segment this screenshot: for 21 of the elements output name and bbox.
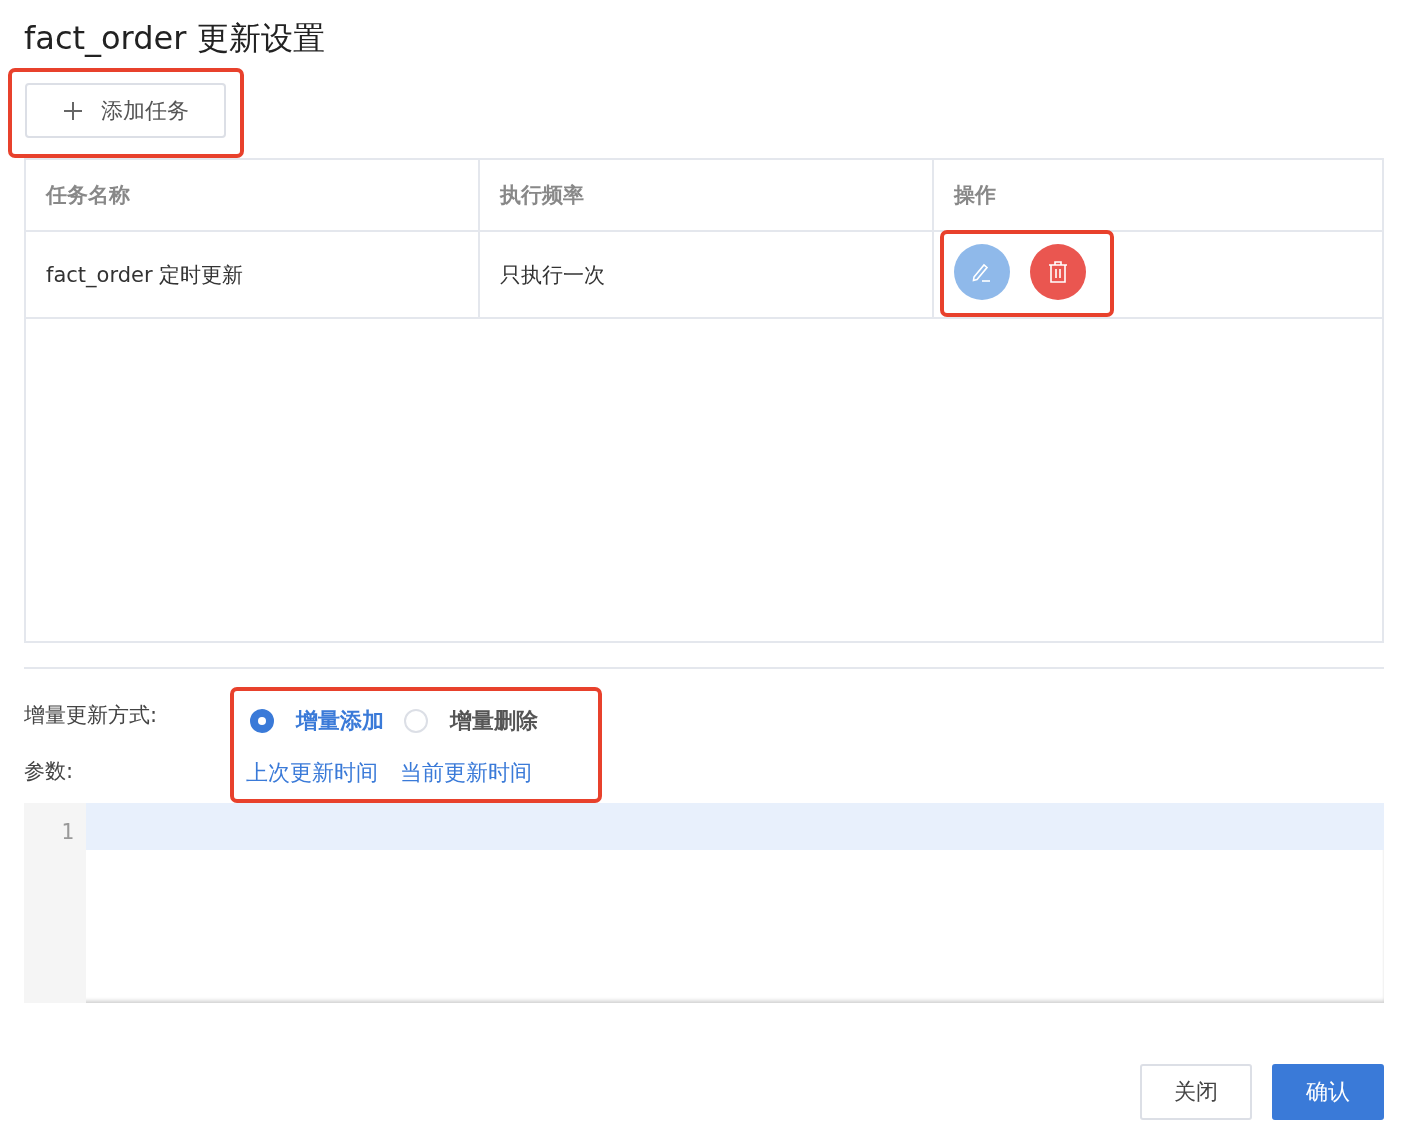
edit-button[interactable] [954,244,1010,300]
delete-button[interactable] [1030,244,1086,300]
variable-link[interactable]: 上次更新时间 [246,758,378,788]
column-header: 操作 [933,159,1383,231]
close-button[interactable]: 关闭 [1140,1064,1252,1120]
column-header: 执行频率 [479,159,933,231]
column-header: 任务名称 [25,159,479,231]
table-cell: 只执行一次 [479,231,933,318]
variable-link[interactable]: 当前更新时间 [400,758,532,788]
code-editor[interactable]: 1 [24,803,1384,1003]
trash-icon [1047,260,1069,284]
field-label: 参数: [24,758,75,785]
plus-icon [62,100,83,121]
line-number: 1 [60,819,75,846]
radio-option[interactable]: 增量添加 [250,706,384,736]
radio-option[interactable]: 增量删除 [404,706,538,736]
table-cell: fact_order 定时更新 [25,231,479,318]
dialog-title: fact_order 更新设置 [24,18,326,59]
confirm-button[interactable]: 确认 [1272,1064,1384,1120]
add-task-button[interactable]: 添加任务 [25,83,226,138]
field-label: 增量更新方式: [24,702,159,729]
